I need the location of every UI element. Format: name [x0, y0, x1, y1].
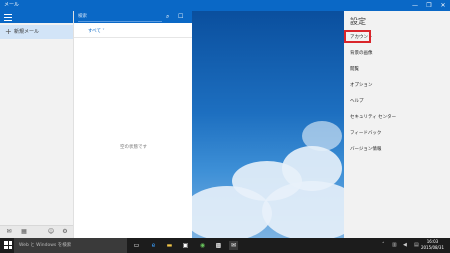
edge-browser-icon[interactable]: e — [149, 241, 158, 250]
volume-icon[interactable]: ◀ — [403, 242, 407, 249]
title-bar: メール — ❐ ✕ — [0, 0, 450, 11]
left-pane: + 新規メール ✉ ▦ ☺ ⚙ — [0, 11, 73, 238]
new-mail-label: 新規メール — [14, 29, 40, 35]
search-bar: 検索 ⌕ ☐ — [74, 11, 193, 23]
ime-icon[interactable]: ▤ — [414, 242, 419, 249]
search-icon[interactable]: ⌕ — [166, 12, 169, 22]
settings-item-feedback[interactable]: フィードバック — [350, 130, 381, 136]
message-list-pane: 検索 ⌕ ☐ すべて ˅ 空の状態です — [73, 11, 193, 238]
taskbar-search-box[interactable]: Web と Windows を検索 — [14, 238, 127, 253]
highlight-box — [344, 30, 371, 43]
taskbar: Web と Windows を検索 ▭ e ▬ ▣ ◉ ▩ ✉ ˄ ▥ ◀ ▤ … — [0, 238, 450, 253]
settings-item-help[interactable]: ヘルプ — [350, 98, 364, 104]
settings-heading: 設定 — [350, 17, 366, 26]
maximize-button[interactable]: ❐ — [422, 0, 436, 11]
settings-gear-icon[interactable]: ⚙ — [61, 228, 69, 235]
clock-date: 2015/08/31 — [420, 245, 444, 250]
hamburger-menu-icon[interactable] — [4, 14, 12, 21]
new-mail-button[interactable]: + 新規メール — [0, 25, 73, 39]
app-switcher-bar: ✉ ▦ ☺ ⚙ — [0, 225, 73, 238]
store-icon[interactable]: ▣ — [181, 241, 190, 250]
settings-item-background[interactable]: 背景の画像 — [350, 50, 373, 56]
smiley-feedback-icon[interactable]: ☺ — [47, 228, 55, 235]
minimize-button[interactable]: — — [408, 0, 422, 11]
close-button[interactable]: ✕ — [436, 0, 450, 11]
filter-dropdown[interactable]: すべて ˅ — [88, 28, 105, 34]
reading-pane-background — [192, 11, 344, 238]
network-icon[interactable]: ▥ — [392, 242, 397, 249]
photos-icon[interactable]: ▩ — [214, 241, 223, 250]
settings-item-version-info[interactable]: バージョン情報 — [350, 146, 381, 152]
plus-icon: + — [5, 27, 12, 36]
xbox-icon[interactable]: ◉ — [198, 241, 207, 250]
settings-item-security-center[interactable]: セキュリティ センター — [350, 114, 396, 120]
settings-item-options[interactable]: オプション — [350, 82, 373, 88]
file-explorer-icon[interactable]: ▬ — [165, 241, 174, 250]
taskbar-search-text: Web と Windows を検索 — [19, 243, 72, 248]
settings-item-reading[interactable]: 閲覧 — [350, 66, 359, 72]
empty-state-message: 空の状態です — [120, 145, 147, 150]
clock[interactable]: 16:03 2015/08/31 — [421, 239, 444, 251]
window-title: メール — [4, 2, 20, 8]
divider — [74, 37, 193, 38]
mail-taskbar-icon[interactable]: ✉ — [229, 241, 238, 250]
left-pane-header — [0, 11, 73, 23]
select-mode-icon[interactable]: ☐ — [178, 12, 183, 22]
windows-start-icon[interactable] — [4, 241, 12, 249]
task-view-icon[interactable]: ▭ — [132, 241, 141, 250]
settings-pane: 設定 アカウント 背景の画像 閲覧 オプション ヘルプ セキュリティ センター … — [344, 11, 450, 238]
search-input[interactable]: 検索 — [78, 13, 162, 22]
mail-icon[interactable]: ✉ — [5, 228, 13, 235]
tray-chevron-icon[interactable]: ˄ — [382, 242, 385, 249]
cloud — [302, 121, 342, 151]
calendar-icon[interactable]: ▦ — [20, 228, 28, 235]
